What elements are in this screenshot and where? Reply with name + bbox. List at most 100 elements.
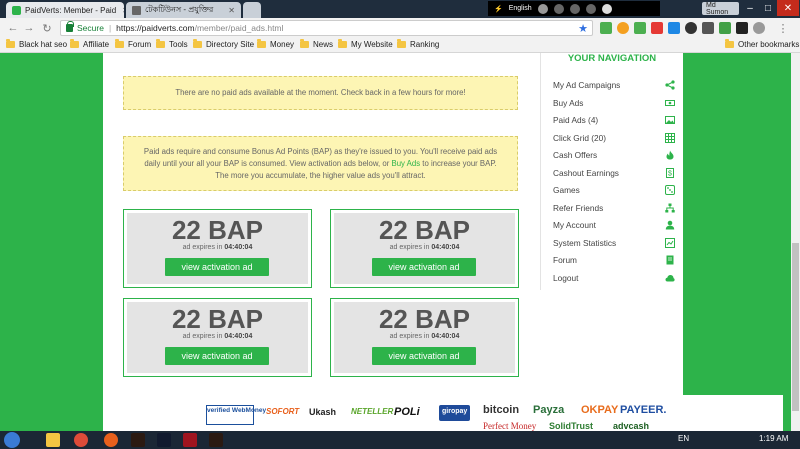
paidverts-favicon-icon [12, 5, 21, 15]
address-bar[interactable]: Secure | https://paidverts.com /member/p… [60, 20, 593, 36]
nav-item-paid-ads[interactable]: Paid Ads (4) [553, 112, 675, 128]
nav-item-cash-offers[interactable]: Cash Offers [553, 147, 675, 163]
illustrator-icon[interactable] [131, 433, 145, 447]
nav-item-my-account[interactable]: My Account [553, 217, 675, 233]
bookmark-folder[interactable]: My Website [338, 39, 393, 49]
address-separator: | [108, 23, 112, 33]
page-scrollbar[interactable] [791, 53, 800, 431]
clock[interactable]: 1:19 AM [759, 434, 788, 443]
extension-icon[interactable] [668, 22, 680, 34]
expires-label: ad expires in [182, 333, 223, 340]
nav-item-forum[interactable]: Forum [553, 252, 675, 268]
view-activation-ad-button[interactable]: view activation ad [372, 258, 476, 276]
reload-icon[interactable]: ↻ [40, 21, 54, 35]
bookmark-folder[interactable]: Money [257, 39, 294, 49]
lock-icon [66, 21, 74, 32]
svg-text:$: $ [668, 171, 672, 178]
new-tab-button[interactable] [243, 2, 261, 18]
bookmark-folder[interactable]: Tools [156, 39, 188, 49]
grid-icon [665, 133, 675, 143]
expires-time: 04:40:04 [224, 244, 253, 251]
back-icon[interactable]: ← [6, 21, 20, 35]
extension-icon[interactable] [702, 22, 714, 34]
close-tab-icon[interactable]: ✕ [116, 6, 124, 15]
tab-techtunes[interactable]: টেকটিউনস - প্রযুক্তির ✕ [126, 2, 241, 18]
extension-icon[interactable] [685, 22, 697, 34]
nav-item-logout[interactable]: Logout [553, 270, 675, 286]
close-tab-icon[interactable]: ✕ [222, 6, 235, 15]
extension-icon[interactable] [600, 22, 612, 34]
nav-item-games[interactable]: Games [553, 182, 675, 198]
extension-icon[interactable] [719, 22, 731, 34]
close-window-icon[interactable]: ✕ [777, 0, 799, 16]
expires-time: 04:40:04 [431, 244, 460, 251]
nav-item-refer-friends[interactable]: Refer Friends [553, 200, 675, 216]
sitemap-icon [665, 203, 675, 213]
share-icon [665, 80, 675, 90]
nav-item-cashout-earnings[interactable]: Cashout Earnings $ [553, 165, 675, 181]
bookmark-folder[interactable]: Forum [115, 39, 151, 49]
view-activation-ad-button[interactable]: view activation ad [165, 347, 269, 365]
tab-title: PaidVerts: Member - Paid [25, 5, 117, 15]
tab-paidverts[interactable]: PaidVerts: Member - Paid ✕ [6, 2, 124, 18]
start-button-icon[interactable] [4, 432, 20, 448]
solidtrust-logo: SolidTrust [549, 421, 594, 431]
menu-icon[interactable]: ⋮ [776, 21, 790, 35]
scrollbar-thumb[interactable] [792, 243, 799, 411]
view-activation-ad-button[interactable]: view activation ad [165, 258, 269, 276]
help-icon[interactable] [585, 3, 596, 14]
dollar-icon: $ [665, 168, 675, 178]
nav-item-buy-ads[interactable]: Buy Ads [553, 95, 675, 111]
advcash-logo: advcash [613, 421, 650, 431]
folder-icon [70, 39, 79, 48]
bookmark-folder[interactable]: Directory Site [193, 39, 254, 49]
nav-label: Click Grid (20) [553, 133, 607, 143]
bookmark-folder[interactable]: Ranking [397, 39, 439, 49]
expires-text: ad expires in 04:40:04 [127, 333, 308, 340]
nav-item-system-statistics[interactable]: System Statistics [553, 235, 675, 251]
pdf-reader-icon[interactable] [183, 433, 197, 447]
firefox-icon[interactable] [104, 433, 118, 447]
bookmark-folder[interactable]: News [300, 39, 333, 49]
bookmark-folder[interactable]: Black hat seo [6, 39, 67, 49]
keyboard-icon[interactable] [537, 3, 548, 14]
bap-amount: 22 BAP [378, 215, 471, 245]
maximize-icon[interactable]: □ [757, 0, 779, 16]
bap-info-line3: The more you accumulate, the higher valu… [215, 170, 426, 180]
wrench-icon[interactable] [569, 3, 580, 14]
bookmark-star-icon[interactable]: ★ [578, 22, 588, 35]
extension-icon[interactable] [736, 22, 748, 34]
side-navigation: YOUR NAVIGATION My Ad Campaigns Buy Ads … [540, 53, 683, 290]
info-icon[interactable] [601, 3, 612, 14]
fire-icon [665, 150, 675, 160]
card-body: 22 BAP ad expires in 04:40:04 view activ… [334, 302, 515, 373]
extension-icon[interactable] [651, 22, 663, 34]
bookmark-folder[interactable]: Affiliate [70, 39, 109, 49]
dice-icon [665, 185, 675, 195]
buy-ads-link[interactable]: Buy Ads [392, 159, 421, 168]
illustrator-icon[interactable] [209, 433, 223, 447]
nav-item-click-grid[interactable]: Click Grid (20) [553, 130, 675, 146]
nav-label: My Account [553, 220, 596, 230]
bap-info-notice: Paid ads require and consume Bonus Ad Po… [123, 136, 518, 191]
nav-label: Paid Ads (4) [553, 115, 599, 125]
nav-item-my-ad-campaigns[interactable]: My Ad Campaigns [553, 77, 675, 93]
secure-indicator[interactable]: Secure [66, 21, 104, 33]
profile-button[interactable]: Md Sumon [702, 2, 739, 16]
other-bookmarks[interactable]: Other bookmarks [725, 39, 799, 49]
file-explorer-icon[interactable] [46, 433, 60, 447]
language-label[interactable]: English [509, 5, 532, 12]
extension-icon[interactable] [617, 22, 629, 34]
lightbulb-icon[interactable] [553, 3, 564, 14]
chrome-icon[interactable] [74, 433, 88, 447]
input-language[interactable]: EN [678, 434, 689, 443]
extension-icon[interactable] [634, 22, 646, 34]
forward-icon[interactable]: → [22, 21, 36, 35]
expires-text: ad expires in 04:40:04 [334, 333, 515, 340]
sofort-logo: SOFORT [266, 407, 300, 416]
photoshop-icon[interactable] [157, 433, 171, 447]
no-ads-notice: There are no paid ads available at the m… [123, 76, 518, 110]
view-activation-ad-button[interactable]: view activation ad [372, 347, 476, 365]
extension-icon[interactable] [753, 22, 765, 34]
folder-icon [300, 39, 309, 48]
